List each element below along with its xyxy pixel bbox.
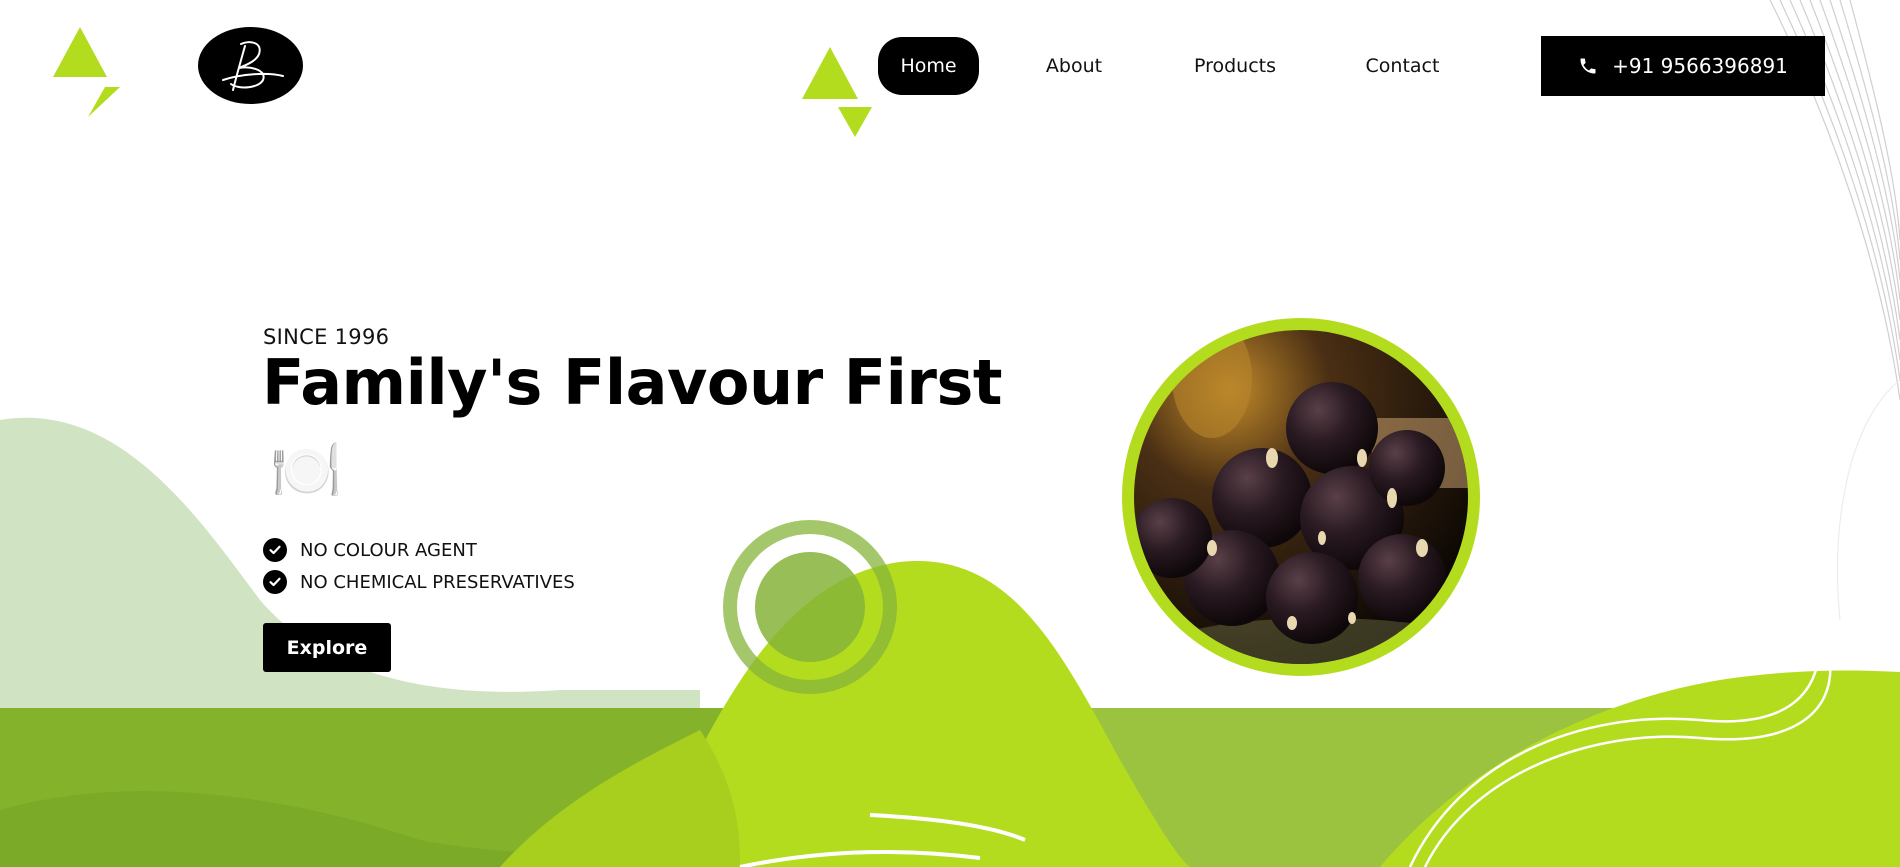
product-photo-frame — [1122, 318, 1480, 676]
background-decoration — [0, 0, 1900, 867]
signature-logo-icon — [221, 40, 284, 91]
nav-home[interactable]: Home — [878, 37, 979, 95]
logo[interactable] — [198, 27, 303, 104]
chocolate-laddu-photo — [1134, 330, 1468, 664]
nav-about[interactable]: About — [1030, 37, 1118, 95]
feature-item: NO COLOUR AGENT — [263, 537, 477, 563]
phone-icon — [1580, 58, 1596, 74]
phone-number: +91 9566396891 — [1612, 54, 1788, 78]
hero-title: Family's Flavour First — [262, 346, 1003, 419]
check-circle-icon — [263, 570, 287, 594]
check-circle-icon — [263, 538, 287, 562]
nav-products[interactable]: Products — [1183, 37, 1287, 95]
triangle-decoration-nav — [802, 47, 872, 137]
feature-label: NO COLOUR AGENT — [300, 539, 477, 561]
feature-label: NO CHEMICAL PRESERVATIVES — [300, 571, 575, 593]
phone-button[interactable]: +91 9566396891 — [1541, 36, 1825, 96]
nav-contact[interactable]: Contact — [1360, 37, 1445, 95]
explore-button[interactable]: Explore — [263, 623, 391, 672]
feature-item: NO CHEMICAL PRESERVATIVES — [263, 569, 575, 595]
triangle-decoration-left — [53, 27, 120, 117]
plate-emoji-icon: 🍽️ — [270, 436, 343, 504]
